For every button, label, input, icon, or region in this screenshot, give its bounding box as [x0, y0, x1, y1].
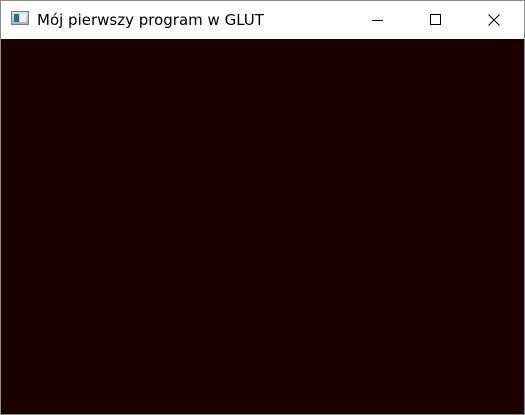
app-icon-right-panel	[20, 14, 26, 22]
window-title: Mój pierwszy program w GLUT	[37, 11, 264, 29]
app-icon-left-panel	[14, 14, 19, 22]
close-button[interactable]	[471, 1, 517, 39]
close-icon	[488, 14, 500, 26]
title-bar[interactable]: Mój pierwszy program w GLUT	[1, 1, 524, 39]
app-window: Mój pierwszy program w GLUT	[0, 0, 525, 415]
maximize-icon	[430, 14, 441, 25]
maximize-button[interactable]	[413, 1, 459, 39]
glut-render-area[interactable]	[1, 39, 524, 414]
minimize-icon	[372, 20, 383, 21]
minimize-button[interactable]	[355, 1, 401, 39]
window-app-icon[interactable]	[11, 11, 29, 25]
